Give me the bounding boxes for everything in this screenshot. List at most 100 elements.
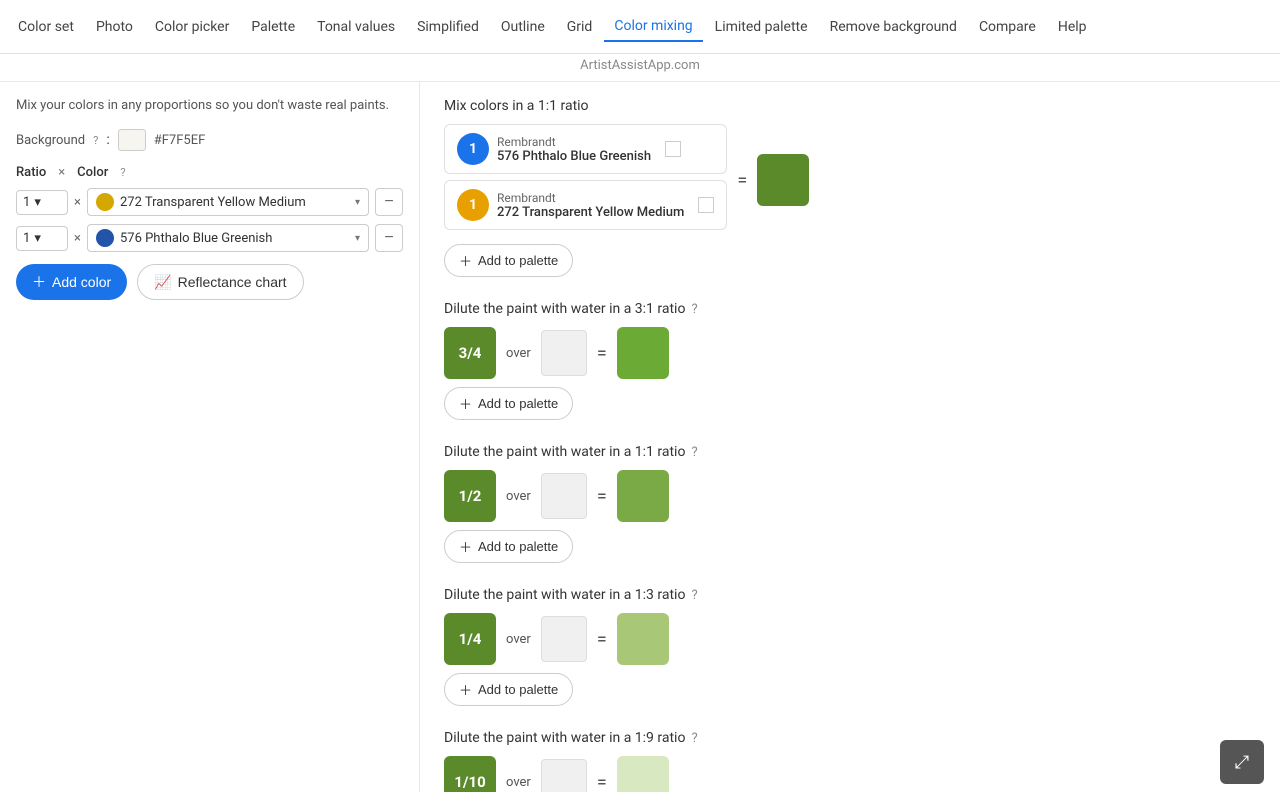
mix-1-1-section: Mix colors in a 1:1 ratio 1 Rembrandt 57… — [444, 98, 1256, 277]
fullscreen-button[interactable]: ⤢ — [1220, 740, 1264, 784]
dilution-help-icon-0[interactable]: ? — [691, 302, 697, 317]
nav-item-compare[interactable]: Compare — [969, 13, 1046, 41]
dilution-result-2 — [617, 613, 669, 665]
card-num-1: 1 — [457, 189, 489, 221]
color-card-1: 1 Rembrandt 272 Transparent Yellow Mediu… — [444, 180, 727, 230]
color-help-icon[interactable]: ? — [120, 166, 125, 179]
mix-result-row: 1 Rembrandt 576 Phthalo Blue Greenish 1 … — [444, 124, 1256, 236]
left-panel: Mix your colors in any proportions so yo… — [0, 82, 420, 792]
plus-icon-dilution-2: ＋ — [459, 680, 472, 699]
background-row: Background ? : #F7F5EF — [16, 129, 403, 151]
mix-1-1-title: Mix colors in a 1:1 ratio — [444, 98, 1256, 114]
dilution-equals-0: = — [597, 343, 607, 364]
card-checkbox-0[interactable] — [665, 141, 681, 157]
nav-item-color-picker[interactable]: Color picker — [145, 13, 239, 41]
dilution-badge-3: 1/10 — [444, 756, 496, 792]
over-label-0: over — [506, 346, 531, 361]
equals-sign: = — [737, 170, 747, 191]
over-label-3: over — [506, 775, 531, 790]
ratio-value-0: 1 — [23, 195, 30, 210]
nav-item-tonal-values[interactable]: Tonal values — [307, 13, 405, 41]
background-help-icon[interactable]: ? — [93, 134, 98, 147]
add-to-palette-button-0[interactable]: ＋ Add to palette — [444, 244, 573, 277]
subtitle: ArtistAssistApp.com — [0, 54, 1280, 82]
card-brand-0: Rembrandt — [497, 135, 651, 149]
dilution-equals-3: = — [597, 772, 607, 793]
background-label: Background — [16, 133, 85, 148]
card-info-1: Rembrandt 272 Transparent Yellow Medium — [497, 191, 684, 220]
add-palette-label-dilution-2: Add to palette — [478, 682, 558, 697]
ratio-chevron-1: ▾ — [34, 231, 41, 246]
water-swatch-0 — [541, 330, 587, 376]
action-row: ＋ Add color 📈 Reflectance chart — [16, 264, 403, 300]
dilution-help-icon-2[interactable]: ? — [691, 588, 697, 603]
dilution-help-icon-1[interactable]: ? — [691, 445, 697, 460]
dilution-help-icon-3[interactable]: ? — [691, 731, 697, 746]
dilution-title-2: Dilute the paint with water in a 1:3 rat… — [444, 587, 1256, 603]
nav-item-palette[interactable]: Palette — [241, 13, 305, 41]
x-header: × — [58, 165, 65, 180]
dilution-title-text-0: Dilute the paint with water in a 3:1 rat… — [444, 301, 685, 317]
color-select-1[interactable]: 576 Phthalo Blue Greenish ▾ — [87, 224, 369, 252]
add-palette-btn-dilution-1[interactable]: ＋ Add to palette — [444, 530, 573, 563]
nav-item-color-set[interactable]: Color set — [8, 13, 84, 41]
mix-color-cards: 1 Rembrandt 576 Phthalo Blue Greenish 1 … — [444, 124, 727, 236]
card-checkbox-1[interactable] — [698, 197, 714, 213]
background-hex: #F7F5EF — [154, 133, 206, 148]
dilution-result-3 — [617, 756, 669, 792]
color-card-0: 1 Rembrandt 576 Phthalo Blue Greenish — [444, 124, 727, 174]
reflectance-label: Reflectance chart — [178, 274, 287, 290]
add-palette-label: Add to palette — [478, 253, 558, 268]
ratio-header: Ratio — [16, 165, 46, 180]
card-num-0: 1 — [457, 133, 489, 165]
add-palette-btn-dilution-0[interactable]: ＋ Add to palette — [444, 387, 573, 420]
dilution-title-1: Dilute the paint with water in a 1:1 rat… — [444, 444, 1256, 460]
ratio-select-0[interactable]: 1 ▾ — [16, 190, 68, 215]
dilution-row-0: 3/4 over = — [444, 327, 1256, 379]
plus-icon: ＋ — [459, 251, 472, 270]
add-color-button[interactable]: ＋ Add color — [16, 264, 127, 300]
dilution-row-1: 1/2 over = — [444, 470, 1256, 522]
reflectance-button[interactable]: 📈 Reflectance chart — [137, 264, 303, 300]
nav-item-simplified[interactable]: Simplified — [407, 13, 489, 41]
x-label-1: × — [74, 231, 81, 246]
nav-item-grid[interactable]: Grid — [557, 13, 603, 41]
color-dot-1 — [96, 229, 114, 247]
navigation: Color setPhotoColor pickerPaletteTonal v… — [0, 0, 1280, 54]
over-label-2: over — [506, 632, 531, 647]
tagline: Mix your colors in any proportions so yo… — [16, 98, 403, 113]
add-palette-label-dilution-0: Add to palette — [478, 396, 558, 411]
nav-item-photo[interactable]: Photo — [86, 13, 143, 41]
nav-item-limited-palette[interactable]: Limited palette — [705, 13, 818, 41]
color-rows: 1 ▾ × 272 Transparent Yellow Medium ▾ − … — [16, 188, 403, 252]
plus-icon-dilution-0: ＋ — [459, 394, 472, 413]
color-select-0[interactable]: 272 Transparent Yellow Medium ▾ — [87, 188, 369, 216]
dilution-section-2: Dilute the paint with water in a 1:3 rat… — [444, 587, 1256, 706]
color-row-0: 1 ▾ × 272 Transparent Yellow Medium ▾ − — [16, 188, 403, 216]
nav-item-color-mixing[interactable]: Color mixing — [604, 12, 702, 42]
nav-item-outline[interactable]: Outline — [491, 13, 555, 41]
background-swatch[interactable] — [118, 129, 146, 151]
remove-button-0[interactable]: − — [375, 188, 403, 216]
main-content: Mix your colors in any proportions so yo… — [0, 82, 1280, 792]
right-panel: Mix colors in a 1:1 ratio 1 Rembrandt 57… — [420, 82, 1280, 792]
card-name-1: 272 Transparent Yellow Medium — [497, 205, 684, 220]
over-label-1: over — [506, 489, 531, 504]
water-swatch-1 — [541, 473, 587, 519]
dilution-title-text-2: Dilute the paint with water in a 1:3 rat… — [444, 587, 685, 603]
dilution-section-1: Dilute the paint with water in a 1:1 rat… — [444, 444, 1256, 563]
dilution-row-3: 1/10 over = — [444, 756, 1256, 792]
dilution-section-3: Dilute the paint with water in a 1:9 rat… — [444, 730, 1256, 792]
ratio-select-1[interactable]: 1 ▾ — [16, 226, 68, 251]
nav-item-help[interactable]: Help — [1048, 13, 1097, 41]
remove-button-1[interactable]: − — [375, 224, 403, 252]
dilution-badge-1: 1/2 — [444, 470, 496, 522]
dilutions: Dilute the paint with water in a 3:1 rat… — [444, 301, 1256, 792]
result-swatch — [757, 154, 809, 206]
dilution-result-0 — [617, 327, 669, 379]
dilution-title-text-3: Dilute the paint with water in a 1:9 rat… — [444, 730, 685, 746]
card-name-0: 576 Phthalo Blue Greenish — [497, 149, 651, 164]
dilution-title-3: Dilute the paint with water in a 1:9 rat… — [444, 730, 1256, 746]
add-palette-btn-dilution-2[interactable]: ＋ Add to palette — [444, 673, 573, 706]
nav-item-remove-background[interactable]: Remove background — [820, 13, 967, 41]
